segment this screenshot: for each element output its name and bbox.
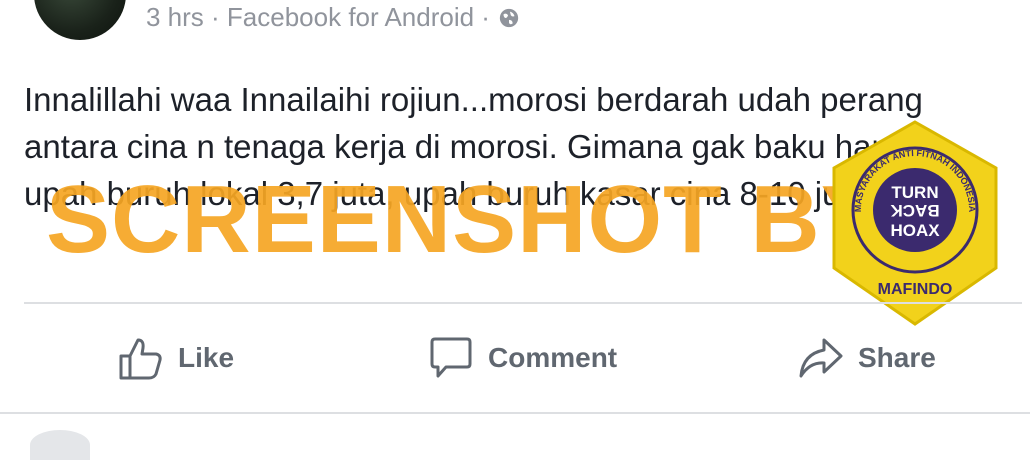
- like-label: Like: [178, 342, 235, 373]
- speech-bubble-icon: [430, 337, 472, 378]
- svg-text:HOAX: HOAX: [890, 221, 940, 240]
- watermark-text: SCREENSHOT BY: [46, 166, 886, 273]
- globe-icon: [499, 8, 519, 27]
- svg-text:BACK: BACK: [890, 201, 940, 220]
- post-actions-bar: Like Comment Share: [0, 330, 1030, 390]
- thumbs-up-icon: [119, 338, 162, 380]
- divider-top: [24, 302, 1022, 304]
- post-meta: 3 hrs · Facebook for Android ·: [146, 2, 520, 33]
- share-button[interactable]: Share: [798, 336, 936, 380]
- avatar[interactable]: [34, 0, 126, 40]
- divider-bottom: [0, 412, 1030, 414]
- comment-label: Comment: [488, 342, 618, 373]
- share-label: Share: [858, 342, 936, 373]
- svg-text:MAFINDO: MAFINDO: [878, 281, 953, 298]
- comment-avatar-partial: [30, 430, 90, 460]
- svg-text:TURN: TURN: [891, 183, 938, 202]
- like-button[interactable]: Like: [118, 336, 234, 380]
- share-arrow-icon: [799, 338, 843, 378]
- mafindo-badge-logo: TURN BACK HOAX MASYARAKAT ANTI FITNAH IN…: [832, 120, 998, 326]
- comment-button[interactable]: Comment: [428, 336, 617, 380]
- post-meta-text: 3 hrs · Facebook for Android ·: [146, 2, 490, 32]
